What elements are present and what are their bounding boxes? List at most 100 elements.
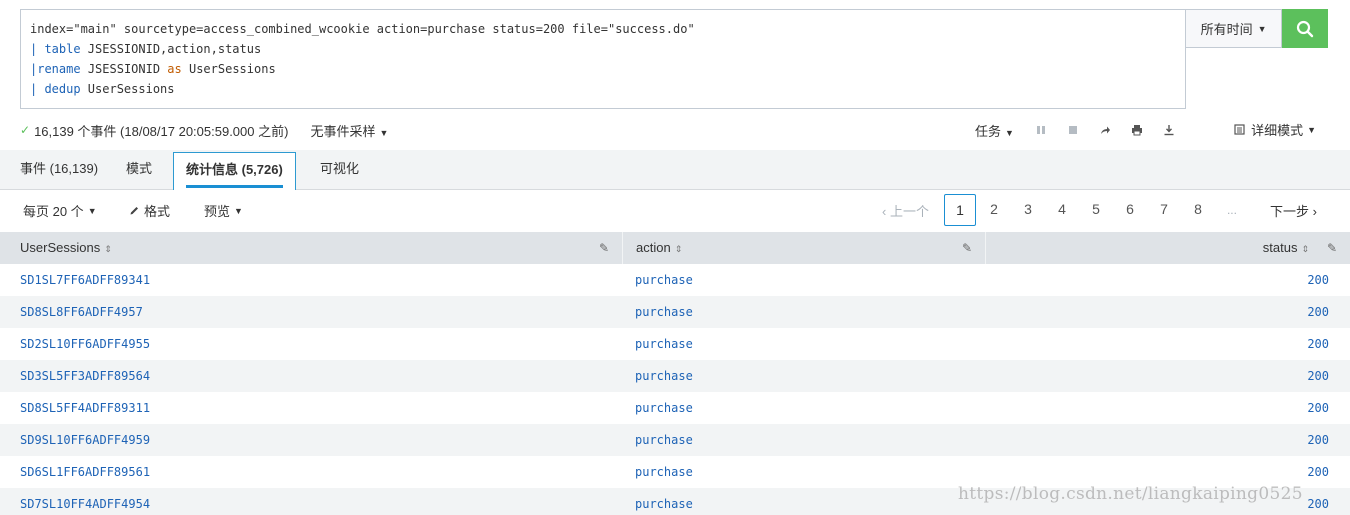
cell-value-link[interactable]: purchase [635,401,693,415]
column-header-action[interactable]: action ⇕ ✎ [623,232,986,264]
cell-value-link[interactable]: SD3SL5FF3ADFF89564 [20,369,150,383]
job-status-row: ✓ 16,139 个事件 (18/08/17 20:05:59.000 之前) … [20,120,1330,140]
page-7-button[interactable]: 7 [1148,194,1180,226]
search-icon [1296,20,1314,37]
table-cell: SD3SL5FF3ADFF89564 [0,360,623,392]
pencil-icon[interactable]: ✎ [1327,232,1337,264]
cell-value-link[interactable]: purchase [635,273,693,287]
search-button[interactable] [1282,9,1328,48]
cell-value-link[interactable]: SD2SL10FF6ADFF4955 [20,337,150,351]
time-range-label: 所有时间 [1200,22,1253,37]
event-sampling-dropdown[interactable]: 无事件采样 ▼ [310,121,388,140]
tab-events-label: 事件 (16,139) [20,161,99,176]
cell-value-link[interactable]: 200 [1307,337,1329,351]
cell-value-link[interactable]: purchase [635,305,693,319]
cell-value-link[interactable]: SD8SL5FF4ADFF89311 [20,401,150,415]
query-token: dedup [44,82,81,96]
query-token: | [30,82,45,96]
pencil-icon[interactable]: ✎ [599,232,609,264]
table-cell: purchase [623,392,986,424]
cell-value-link[interactable]: 200 [1307,433,1329,447]
query-line-1: index="main" sourcetype=access_combined_… [30,19,1176,39]
share-icon[interactable] [1098,124,1112,136]
query-token: UserSessions [181,62,276,76]
cell-value-link[interactable]: purchase [635,465,693,479]
tab-visualization[interactable]: 可视化 [320,150,359,190]
tab-events[interactable]: 事件 (16,139) [20,150,98,190]
caret-down-icon: ▼ [1257,23,1267,34]
tab-statistics[interactable]: 统计信息 (5,726) [173,152,296,190]
format-label: 格式 [144,204,171,219]
cell-value-link[interactable]: 200 [1307,401,1329,415]
check-icon: ✓ [20,123,31,137]
format-dropdown[interactable]: 格式 [129,201,170,220]
pagination-prev-label: 上一个 [889,203,929,219]
event-count-text: 16,139 个事件 (18/08/17 20:05:59.000 之前) [34,123,289,139]
table-cell: purchase [623,328,986,360]
tab-statistics-label: 统计信息 (5,726) [186,162,283,177]
table-cell: 200 [986,424,1350,456]
preview-dropdown[interactable]: 预览 ▼ [204,201,243,220]
page-5-button[interactable]: 5 [1080,194,1112,226]
table-cell: SD9SL10FF6ADFF4959 [0,424,623,456]
cell-value-link[interactable]: purchase [635,497,693,511]
caret-down-icon: ▼ [87,205,97,216]
watermark: https://blog.csdn.net/liangkaiping0525 [958,484,1303,504]
caret-down-icon: ▼ [379,127,389,138]
page-2-button[interactable]: 2 [978,194,1010,226]
cell-value-link[interactable]: SD9SL10FF6ADFF4959 [20,433,150,447]
sort-icon: ⇕ [1301,244,1309,254]
page-4-button[interactable]: 4 [1046,194,1078,226]
cell-value-link[interactable]: SD6SL1FF6ADFF89561 [20,465,150,479]
pencil-icon [130,207,138,215]
search-query-editor[interactable]: index="main" sourcetype=access_combined_… [20,9,1187,109]
page-1-button[interactable]: 1 [943,194,976,226]
tab-patterns[interactable]: 模式 [126,150,152,190]
job-menu[interactable]: 任务 ▼ [975,121,1014,140]
table-header: UserSessions ⇕ ✎ action ⇕ ✎ status ⇕ ✎ [0,232,1350,264]
query-token: JSESSIONID,action,status [80,42,262,56]
column-header-usersessions[interactable]: UserSessions ⇕ ✎ [0,232,623,264]
export-icon[interactable] [1162,124,1176,136]
query-line-2: | table JSESSIONID,action,status [30,39,1176,59]
table-cell: 200 [986,360,1350,392]
cell-value-link[interactable]: SD1SL7FF6ADFF89341 [20,273,150,287]
print-icon[interactable] [1130,124,1144,136]
search-mode-label: 详细模式 [1251,123,1304,138]
cell-value-link[interactable]: 200 [1307,497,1329,511]
per-page-dropdown[interactable]: 每页 20 个 ▼ [23,201,97,220]
cell-value-link[interactable]: 200 [1307,273,1329,287]
cell-value-link[interactable]: 200 [1307,465,1329,479]
page-8-button[interactable]: 8 [1182,194,1214,226]
query-token: | [30,42,45,56]
pagination-next[interactable]: 下一步 › [1270,201,1317,220]
cell-value-link[interactable]: purchase [635,337,693,351]
pagination-ellipsis: ... [1226,203,1237,217]
cell-value-link[interactable]: 200 [1307,369,1329,383]
event-sampling-label: 无事件采样 [310,123,376,139]
cell-value-link[interactable]: purchase [635,433,693,447]
pagination-prev[interactable]: ‹ 上一个 [882,201,929,220]
cell-value-link[interactable]: purchase [635,369,693,383]
pencil-icon[interactable]: ✎ [962,232,972,264]
time-range-picker[interactable]: 所有时间 ▼ [1186,9,1283,48]
job-menu-label: 任务 [975,123,1002,139]
caret-down-icon: ▼ [1307,124,1316,135]
stop-icon[interactable] [1066,125,1080,135]
table-body: SD1SL7FF6ADFF89341 purchase 200 SD8SL8FF6AD… [0,264,1350,515]
table-cell: purchase [623,456,986,488]
table-row: SD8SL5FF4ADFF89311 purchase 200 [0,392,1350,424]
query-token: table [44,42,81,56]
cell-value-link[interactable]: SD8SL8FF6ADFF4957 [20,305,143,319]
mode-list-icon [1234,124,1245,135]
table-cell: 200 [986,264,1350,296]
table-cell: 200 [986,328,1350,360]
page-3-button[interactable]: 3 [1012,194,1044,226]
cell-value-link[interactable]: SD7SL10FF4ADFF4954 [20,497,150,511]
page-6-button[interactable]: 6 [1114,194,1146,226]
column-header-label: status [1262,240,1298,255]
column-header-status[interactable]: status ⇕ ✎ [986,232,1350,264]
pause-icon[interactable] [1034,125,1048,135]
cell-value-link[interactable]: 200 [1307,305,1329,319]
search-mode-dropdown[interactable]: 详细模式 ▼ [1234,120,1316,139]
